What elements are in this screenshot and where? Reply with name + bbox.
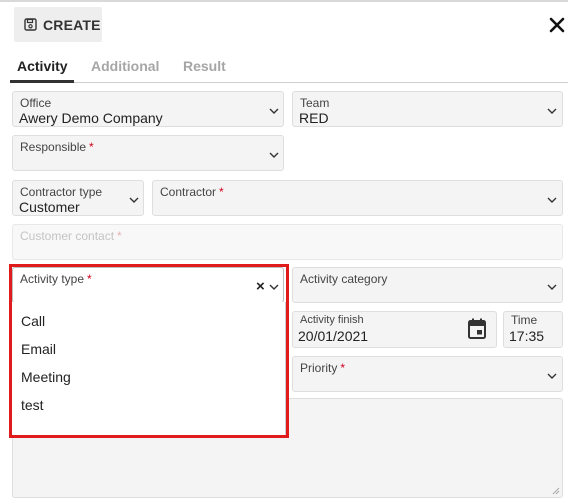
contractor-type-select[interactable]: Contractor type Customer	[12, 180, 144, 216]
option-meeting[interactable]: Meeting	[21, 369, 71, 385]
activity-category-select[interactable]: Activity category	[292, 267, 563, 303]
activity-category-label: Activity category	[300, 272, 388, 286]
chevron-down-icon	[269, 152, 279, 158]
create-label: CREATE	[43, 16, 101, 33]
option-test[interactable]: test	[21, 397, 44, 413]
time-value: 17:35	[509, 328, 545, 344]
tab-additional[interactable]: Additional	[91, 58, 159, 74]
priority-label: Priority *	[300, 361, 346, 375]
activity-finish-label: Activity finish	[300, 314, 364, 326]
office-label: Office	[20, 96, 52, 110]
calendar-icon[interactable]	[467, 318, 487, 340]
contractor-type-value: Customer	[19, 199, 80, 215]
team-select[interactable]: Team RED	[292, 91, 563, 127]
contractor-select[interactable]: Contractor *	[152, 180, 563, 216]
top-divider	[0, 0, 568, 2]
option-email[interactable]: Email	[21, 341, 56, 357]
tab-result[interactable]: Result	[183, 58, 226, 74]
active-tab-indicator	[10, 80, 74, 83]
chevron-down-icon	[269, 284, 279, 290]
chevron-down-icon	[547, 373, 557, 379]
customer-contact-label: Customer contact *	[20, 229, 122, 243]
responsible-select[interactable]: Responsible *	[12, 135, 284, 171]
resize-handle-icon[interactable]	[552, 487, 560, 495]
chevron-down-icon	[547, 284, 557, 290]
team-value: RED	[299, 110, 329, 126]
chevron-down-icon	[129, 197, 139, 203]
customer-contact-field: Customer contact *	[12, 224, 563, 260]
close-icon[interactable]	[548, 15, 566, 35]
activity-type-select[interactable]: Activity type * ×	[12, 267, 284, 303]
chevron-down-icon	[547, 197, 557, 203]
floppy-disk-icon	[24, 18, 37, 31]
office-value: Awery Demo Company	[19, 110, 163, 126]
responsible-label: Responsible *	[20, 140, 94, 154]
activity-type-label: Activity type *	[20, 272, 92, 286]
activity-finish-value: 20/01/2021	[298, 328, 369, 344]
clear-icon[interactable]: ×	[256, 278, 265, 295]
team-label: Team	[300, 96, 330, 110]
priority-select[interactable]: Priority *	[292, 356, 563, 392]
office-select[interactable]: Office Awery Demo Company	[12, 91, 284, 127]
option-call[interactable]: Call	[21, 313, 45, 329]
time-label: Time	[511, 313, 538, 327]
create-button[interactable]: CREATE	[14, 7, 102, 42]
contractor-label: Contractor *	[160, 185, 224, 199]
chevron-down-icon	[269, 108, 279, 114]
tab-activity[interactable]: Activity	[17, 58, 68, 74]
contractor-type-label: Contractor type	[20, 185, 103, 199]
tab-divider	[10, 82, 568, 83]
chevron-down-icon	[547, 108, 557, 114]
activity-type-dropdown: Call Email Meeting test	[10, 302, 286, 436]
time-field[interactable]: Time 17:35	[503, 311, 563, 348]
